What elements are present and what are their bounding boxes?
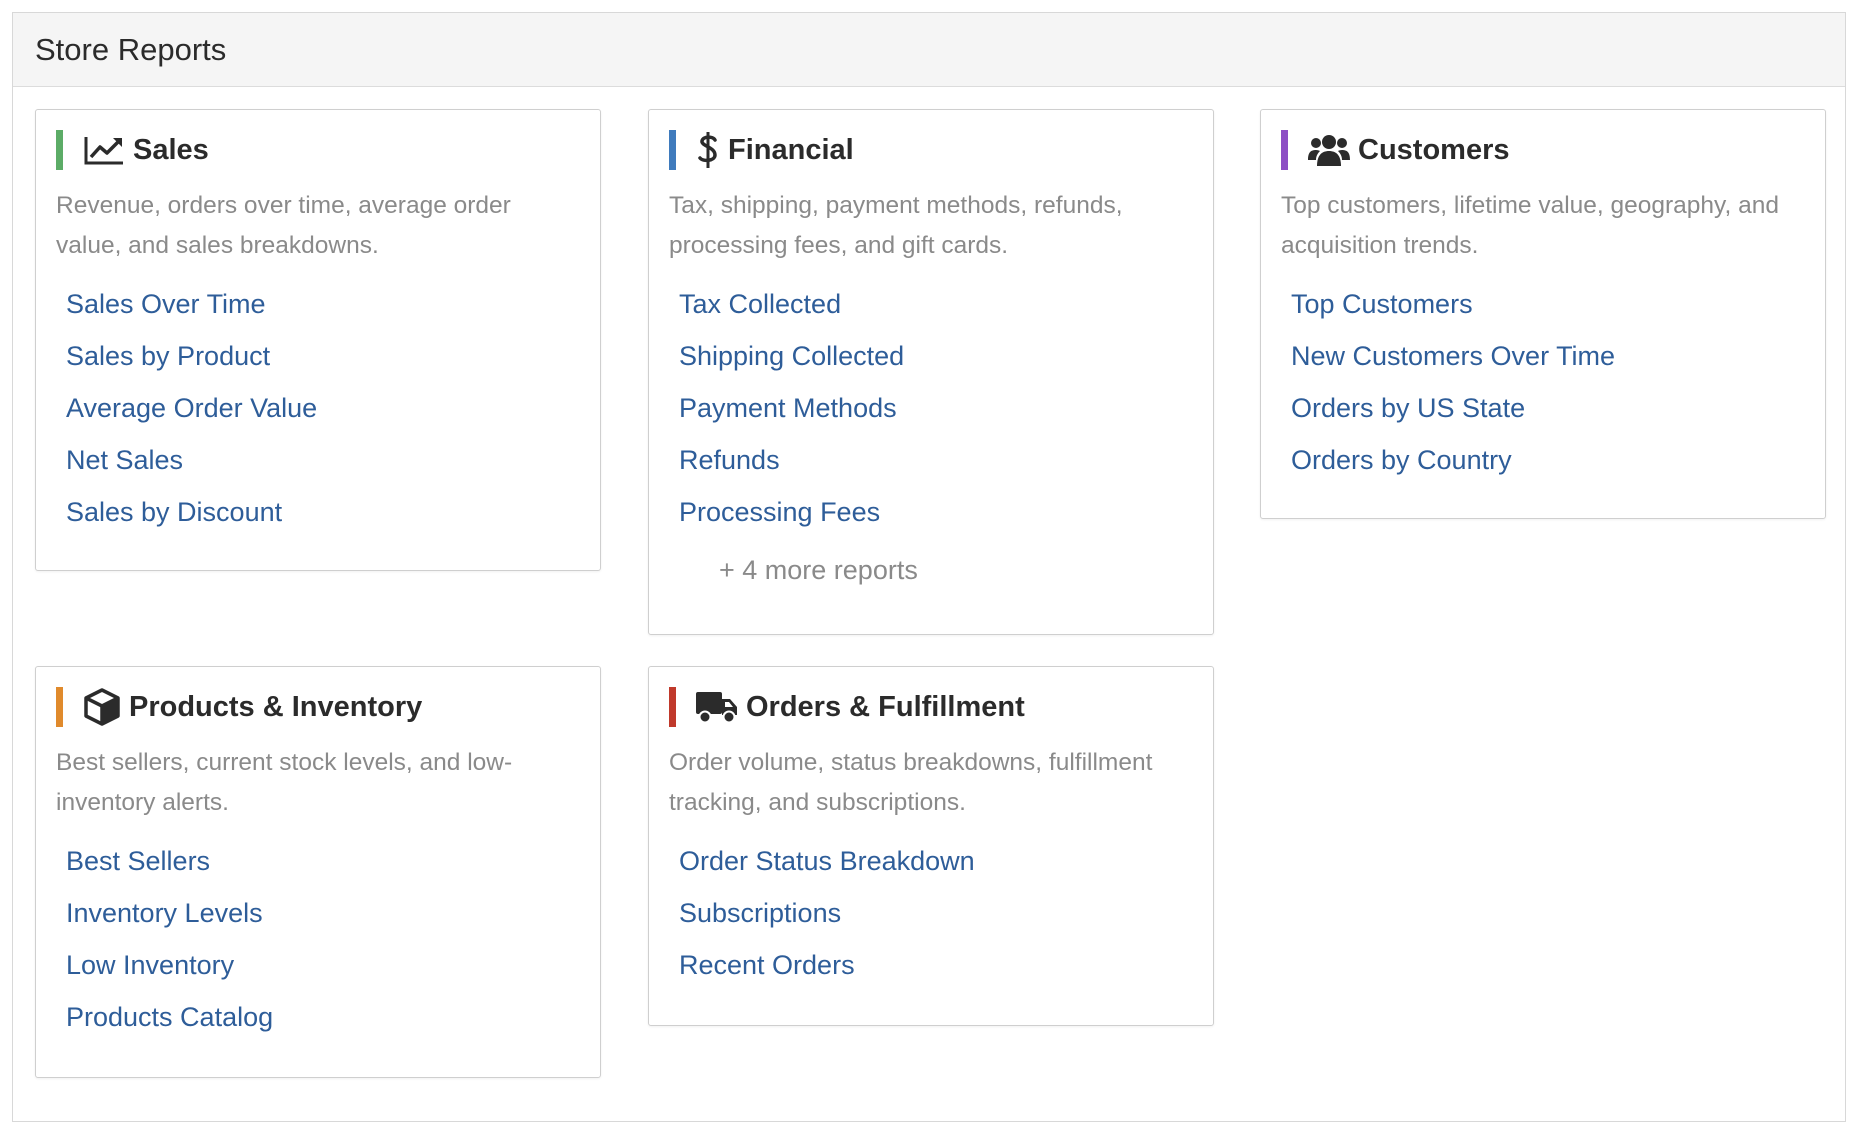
customers-card: Customers Top customers, lifetime value,… — [1260, 109, 1826, 519]
card-header: Financial — [669, 130, 1193, 170]
report-link-sales-by-product[interactable]: Sales by Product — [66, 341, 270, 371]
box-icon — [83, 688, 121, 726]
report-link-net-sales[interactable]: Net Sales — [66, 445, 183, 475]
accent-bar — [669, 130, 676, 170]
report-link-sales-over-time[interactable]: Sales Over Time — [66, 289, 266, 319]
report-link-order-status-breakdown[interactable]: Order Status Breakdown — [679, 846, 975, 876]
panel-header: Store Reports — [13, 13, 1845, 87]
report-link-processing-fees[interactable]: Processing Fees — [679, 497, 880, 527]
card-header: Orders & Fulfillment — [669, 687, 1193, 727]
report-link-best-sellers[interactable]: Best Sellers — [66, 846, 210, 876]
card-description: Best sellers, current stock levels, and … — [56, 749, 513, 816]
more-reports-link[interactable]: + 4 more reports — [719, 538, 1193, 602]
card-header: Customers — [1281, 130, 1805, 170]
report-link-low-inventory[interactable]: Low Inventory — [66, 950, 234, 980]
card-title: Customers — [1358, 133, 1510, 166]
financial-card: Financial Tax, shipping, payment methods… — [648, 109, 1214, 635]
page-title: Store Reports — [35, 31, 227, 67]
dollar-icon — [696, 132, 720, 168]
report-list: Top Customers New Customers Over Time Or… — [1281, 278, 1805, 486]
card-title: Sales — [133, 133, 209, 166]
line-chart-icon — [83, 132, 125, 168]
accent-bar — [56, 687, 63, 727]
report-list: Best Sellers Inventory Levels Low Invent… — [56, 835, 580, 1043]
accent-bar — [669, 687, 676, 727]
report-link-products-catalog[interactable]: Products Catalog — [66, 1002, 273, 1032]
sales-card: Sales Revenue, orders over time, average… — [35, 109, 601, 571]
report-link-shipping-collected[interactable]: Shipping Collected — [679, 341, 904, 371]
report-link-tax-collected[interactable]: Tax Collected — [679, 289, 841, 319]
card-description: Tax, shipping, payment methods, refunds,… — [669, 192, 1123, 259]
report-link-new-customers-over-time[interactable]: New Customers Over Time — [1291, 341, 1615, 371]
truck-icon — [696, 689, 738, 725]
accent-bar — [1281, 130, 1288, 170]
report-link-orders-by-country[interactable]: Orders by Country — [1291, 445, 1512, 475]
report-link-subscriptions[interactable]: Subscriptions — [679, 898, 841, 928]
report-link-sales-by-discount[interactable]: Sales by Discount — [66, 497, 282, 527]
report-list: Order Status Breakdown Subscriptions Rec… — [669, 835, 1193, 991]
products-inventory-card: Products & Inventory Best sellers, curre… — [35, 666, 601, 1078]
card-title: Products & Inventory — [129, 690, 423, 723]
card-description: Order volume, status breakdowns, fulfill… — [669, 749, 1153, 816]
report-link-inventory-levels[interactable]: Inventory Levels — [66, 898, 263, 928]
report-link-top-customers[interactable]: Top Customers — [1291, 289, 1473, 319]
report-list: Sales Over Time Sales by Product Average… — [56, 278, 580, 538]
users-icon — [1308, 132, 1350, 168]
report-link-average-order-value[interactable]: Average Order Value — [66, 393, 317, 423]
card-title: Orders & Fulfillment — [746, 690, 1025, 723]
card-description: Top customers, lifetime value, geography… — [1281, 192, 1779, 259]
accent-bar — [56, 130, 63, 170]
orders-fulfillment-card: Orders & Fulfillment Order volume, statu… — [648, 666, 1214, 1026]
card-header: Sales — [56, 130, 580, 170]
report-link-refunds[interactable]: Refunds — [679, 445, 780, 475]
report-link-recent-orders[interactable]: Recent Orders — [679, 950, 855, 980]
report-link-payment-methods[interactable]: Payment Methods — [679, 393, 897, 423]
card-title: Financial — [728, 133, 854, 166]
card-description: Revenue, orders over time, average order… — [56, 192, 511, 259]
card-header: Products & Inventory — [56, 687, 580, 727]
report-list: Tax Collected Shipping Collected Payment… — [669, 278, 1193, 538]
report-link-orders-by-us-state[interactable]: Orders by US State — [1291, 393, 1525, 423]
